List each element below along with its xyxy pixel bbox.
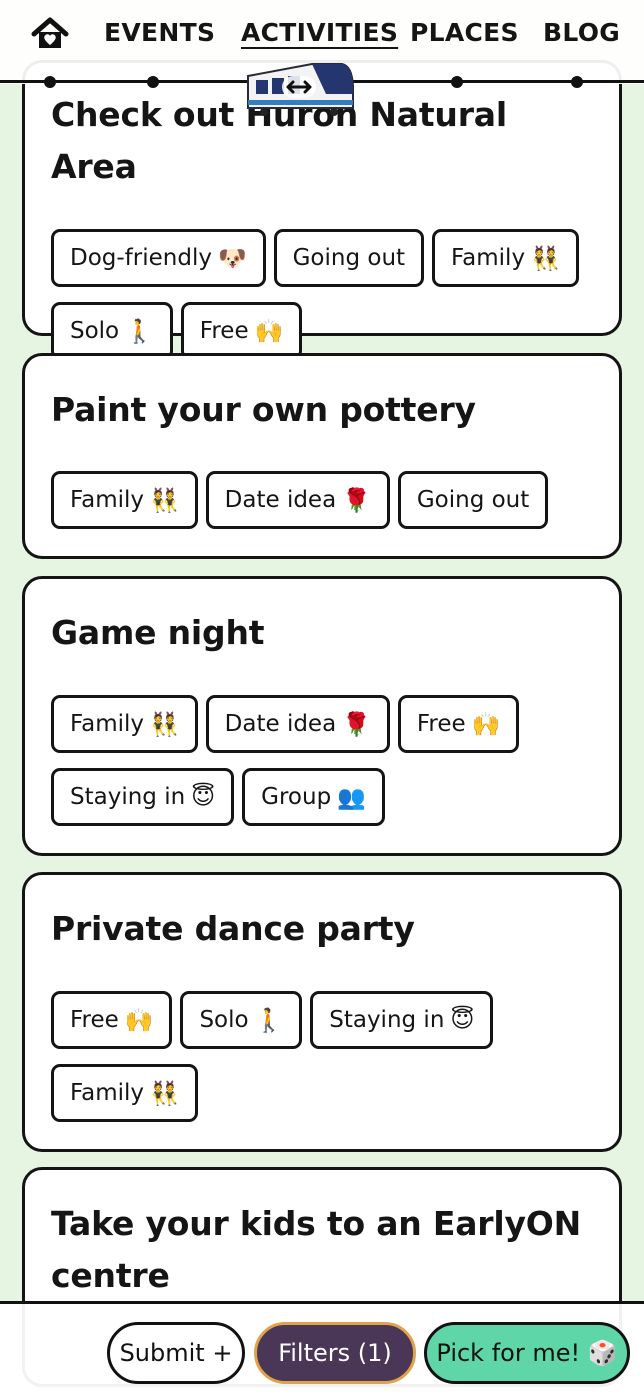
- tag[interactable]: Date idea 🌹: [205, 695, 390, 753]
- tag[interactable]: Dog-friendly 🐶: [51, 229, 266, 287]
- tag[interactable]: Staying in 😇: [51, 768, 235, 826]
- filters-button[interactable]: Filters (1): [254, 1322, 416, 1384]
- tag[interactable]: Family 👯: [432, 229, 579, 287]
- nav-link-places[interactable]: PLACES: [410, 18, 519, 47]
- nav-link-activities[interactable]: ACTIVITIES: [241, 18, 398, 47]
- tag[interactable]: Free 🙌: [180, 302, 303, 360]
- activity-card[interactable]: Private dance party Free 🙌 Solo 🚶 Staying …: [22, 872, 622, 1152]
- tag[interactable]: Free 🙌: [397, 695, 520, 753]
- activity-title[interactable]: Game night: [51, 607, 593, 659]
- tag[interactable]: Free 🙌: [51, 991, 173, 1049]
- transit-stop: [571, 76, 583, 88]
- tag-list: Family 👯 Date idea 🌹 Going out: [51, 471, 593, 529]
- tag[interactable]: Solo 🚶: [51, 302, 173, 360]
- activity-title[interactable]: Private dance party: [51, 903, 593, 955]
- train-scroll-handle[interactable]: [242, 56, 356, 120]
- tag[interactable]: Group 👥: [242, 768, 385, 826]
- activity-title[interactable]: Take your kids to an EarlyON centre: [51, 1198, 593, 1302]
- tag[interactable]: Going out: [397, 471, 549, 529]
- nav-link-blog[interactable]: BLOG: [543, 18, 620, 47]
- activity-card[interactable]: Game night Family 👯 Date idea 🌹 Free 🙌 Stay…: [22, 576, 622, 856]
- tag[interactable]: Date idea 🌹: [205, 471, 390, 529]
- tag-list: Family 👯 Date idea 🌹 Free 🙌 Staying in 😇 Gro…: [51, 695, 593, 826]
- pick-for-me-button[interactable]: Pick for me! 🎲: [424, 1322, 630, 1384]
- transit-stop: [451, 76, 463, 88]
- lrt-train-icon: [247, 63, 354, 116]
- tag-list: Free 🙌 Solo 🚶 Staying in 😇 Family 👯: [51, 991, 593, 1122]
- bottom-action-bar: Submit + Filters (1) Pick for me! 🎲: [0, 1301, 644, 1396]
- tag[interactable]: Going out: [273, 229, 425, 287]
- tag[interactable]: Staying in 😇: [310, 991, 494, 1049]
- activity-card[interactable]: Paint your own pottery Family 👯 Date idea…: [22, 353, 622, 559]
- tag[interactable]: Family 👯: [51, 1064, 198, 1122]
- activity-title[interactable]: Paint your own pottery: [51, 384, 593, 436]
- tag[interactable]: Family 👯: [51, 695, 198, 753]
- activity-feed: Check out Huron Natural Area Dog-friendl…: [0, 0, 644, 1396]
- tag[interactable]: Family 👯: [51, 471, 198, 529]
- transit-stop: [147, 76, 159, 88]
- transit-stop: [44, 76, 56, 88]
- house-heart-icon: [31, 17, 69, 48]
- tag[interactable]: Solo 🚶: [180, 991, 303, 1049]
- home-button[interactable]: [30, 16, 70, 52]
- tag-list: Dog-friendly 🐶 Going out Family 👯 Solo 🚶 Fr…: [51, 229, 593, 360]
- nav-link-events[interactable]: EVENTS: [104, 18, 215, 47]
- submit-button[interactable]: Submit +: [107, 1322, 245, 1384]
